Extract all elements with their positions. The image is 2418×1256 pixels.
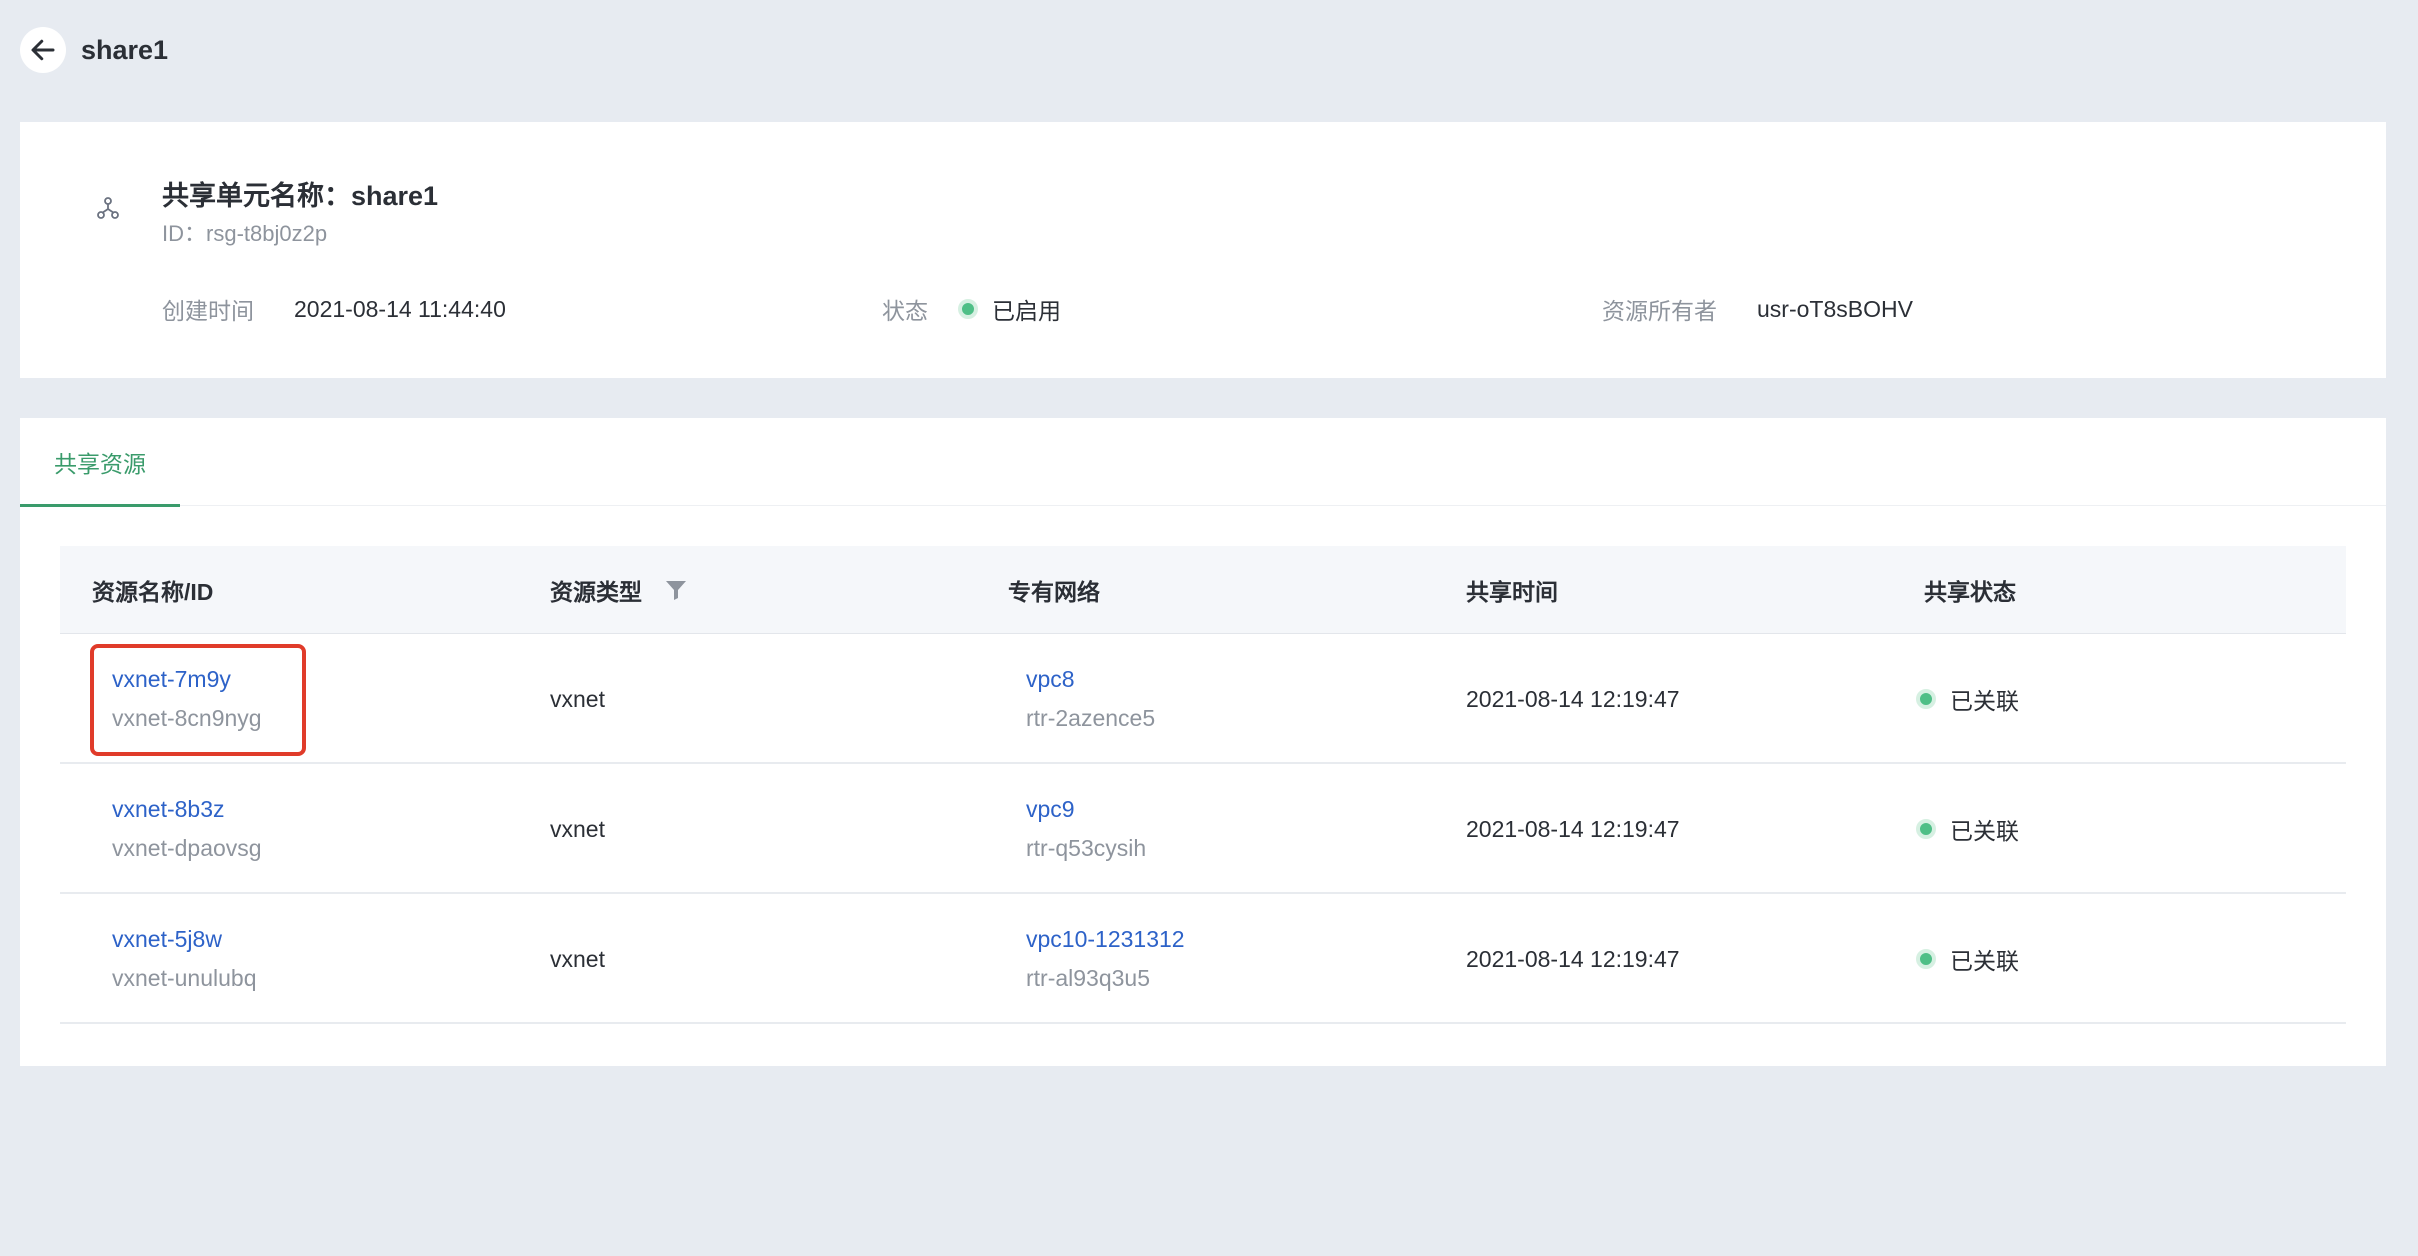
share-unit-id-label: ID： (162, 221, 207, 246)
router-id: rtr-al93q3u5 (1026, 965, 1151, 991)
vpc-cell: vpc9 rtr-q53cysih (1026, 764, 1146, 894)
share-unit-info-card (20, 122, 2386, 378)
vpc-cell: vpc8 rtr-2azence5 (1026, 634, 1155, 764)
back-button[interactable] (20, 27, 66, 73)
resource-name-cell: vxnet-5j8w vxnet-unulubq (112, 894, 257, 1024)
filter-icon[interactable] (664, 578, 688, 602)
share-unit-icon (97, 197, 119, 219)
vpc-link[interactable]: vpc9 (1026, 796, 1146, 823)
page-title: share1 (81, 34, 169, 65)
status-dot-icon (1916, 949, 1936, 969)
share-unit-name-label: 共享单元名称： (162, 181, 351, 211)
column-header-share-status: 共享状态 (1924, 579, 2016, 605)
column-header-name: 资源名称/ID (92, 579, 214, 605)
share-time-cell: 2021-08-14 12:19:47 (1466, 685, 1680, 712)
table-header: 资源名称/ID 资源类型 专有网络 共享时间 共享状态 (60, 546, 2346, 634)
table-row: vxnet-8b3z vxnet-dpaovsg vxnet vpc9 rtr-… (60, 764, 2346, 894)
resource-id: vxnet-dpaovsg (112, 835, 262, 861)
resource-name-link[interactable]: vxnet-5j8w (112, 926, 257, 953)
created-time-field: 创建时间 2021-08-14 11:44:40 (162, 294, 506, 325)
shared-resources-table: 资源名称/ID 资源类型 专有网络 共享时间 共享状态 vxnet-7m9y v… (60, 546, 2346, 1024)
owner-label: 资源所有者 (1602, 298, 1717, 324)
top-bar: share1 (20, 26, 168, 74)
resource-name-cell: vxnet-8b3z vxnet-dpaovsg (112, 764, 262, 894)
share-status-text: 已关联 (1950, 688, 2019, 714)
share-status-cell: 已关联 (1916, 894, 2019, 1024)
resource-id: vxnet-unulubq (112, 965, 257, 991)
status-label: 状态 (882, 298, 928, 324)
column-header-type: 资源类型 (550, 546, 688, 634)
status-dot-icon (1916, 689, 1936, 709)
status-dot-icon (1916, 819, 1936, 839)
resource-type-cell: vxnet (550, 945, 605, 972)
share-unit-name: 共享单元名称：share1 (162, 174, 438, 213)
status-value: 已启用 (992, 298, 1061, 324)
table-row: vxnet-7m9y vxnet-8cn9nyg vxnet vpc8 rtr-… (60, 634, 2346, 764)
share-time-cell: 2021-08-14 12:19:47 (1466, 945, 1680, 972)
created-time-label: 创建时间 (162, 298, 254, 324)
table-row: vxnet-5j8w vxnet-unulubq vxnet vpc10-123… (60, 894, 2346, 1024)
router-id: rtr-q53cysih (1026, 835, 1147, 861)
share-status-cell: 已关联 (1916, 764, 2019, 894)
share-status-text: 已关联 (1950, 818, 2019, 844)
vpc-link[interactable]: vpc10-1231312 (1026, 926, 1185, 953)
vpc-cell: vpc10-1231312 rtr-al93q3u5 (1026, 894, 1185, 1024)
vpc-link[interactable]: vpc8 (1026, 666, 1155, 693)
tab-label: 共享资源 (54, 451, 146, 477)
resource-name-link[interactable]: vxnet-8b3z (112, 796, 262, 823)
arrow-left-icon (31, 39, 55, 61)
share-unit-id-value: rsg-t8bj0z2p (206, 221, 328, 246)
column-header-share-time: 共享时间 (1466, 579, 1558, 605)
tab-active-indicator (20, 504, 180, 507)
tab-bar: 共享资源 (20, 418, 2386, 507)
resource-name-link[interactable]: vxnet-7m9y (112, 666, 262, 693)
resource-type-cell: vxnet (550, 685, 605, 712)
status-dot-icon (958, 299, 978, 319)
resource-name-cell: vxnet-7m9y vxnet-8cn9nyg (112, 634, 262, 764)
share-unit-name-value: share1 (351, 181, 439, 211)
share-status-cell: 已关联 (1916, 634, 2019, 764)
shared-resources-card: 共享资源 资源名称/ID 资源类型 专有网络 共享时间 共享状态 vxnet-7… (20, 418, 2386, 1066)
tab-shared-resources[interactable]: 共享资源 (20, 418, 180, 507)
column-header-vpc: 专有网络 (1008, 579, 1100, 605)
owner-value: usr-oT8sBOHV (1757, 295, 1913, 322)
router-id: rtr-2azence5 (1026, 705, 1156, 731)
resource-id: vxnet-8cn9nyg (112, 705, 262, 731)
owner-field: 资源所有者 usr-oT8sBOHV (1602, 294, 1913, 325)
share-status-text: 已关联 (1950, 948, 2019, 974)
share-time-cell: 2021-08-14 12:19:47 (1466, 815, 1680, 842)
share-unit-id: ID：rsg-t8bj0z2p (162, 216, 327, 248)
created-time-value: 2021-08-14 11:44:40 (294, 295, 506, 322)
status-field: 状态 已启用 (882, 294, 1061, 324)
resource-type-cell: vxnet (550, 815, 605, 842)
